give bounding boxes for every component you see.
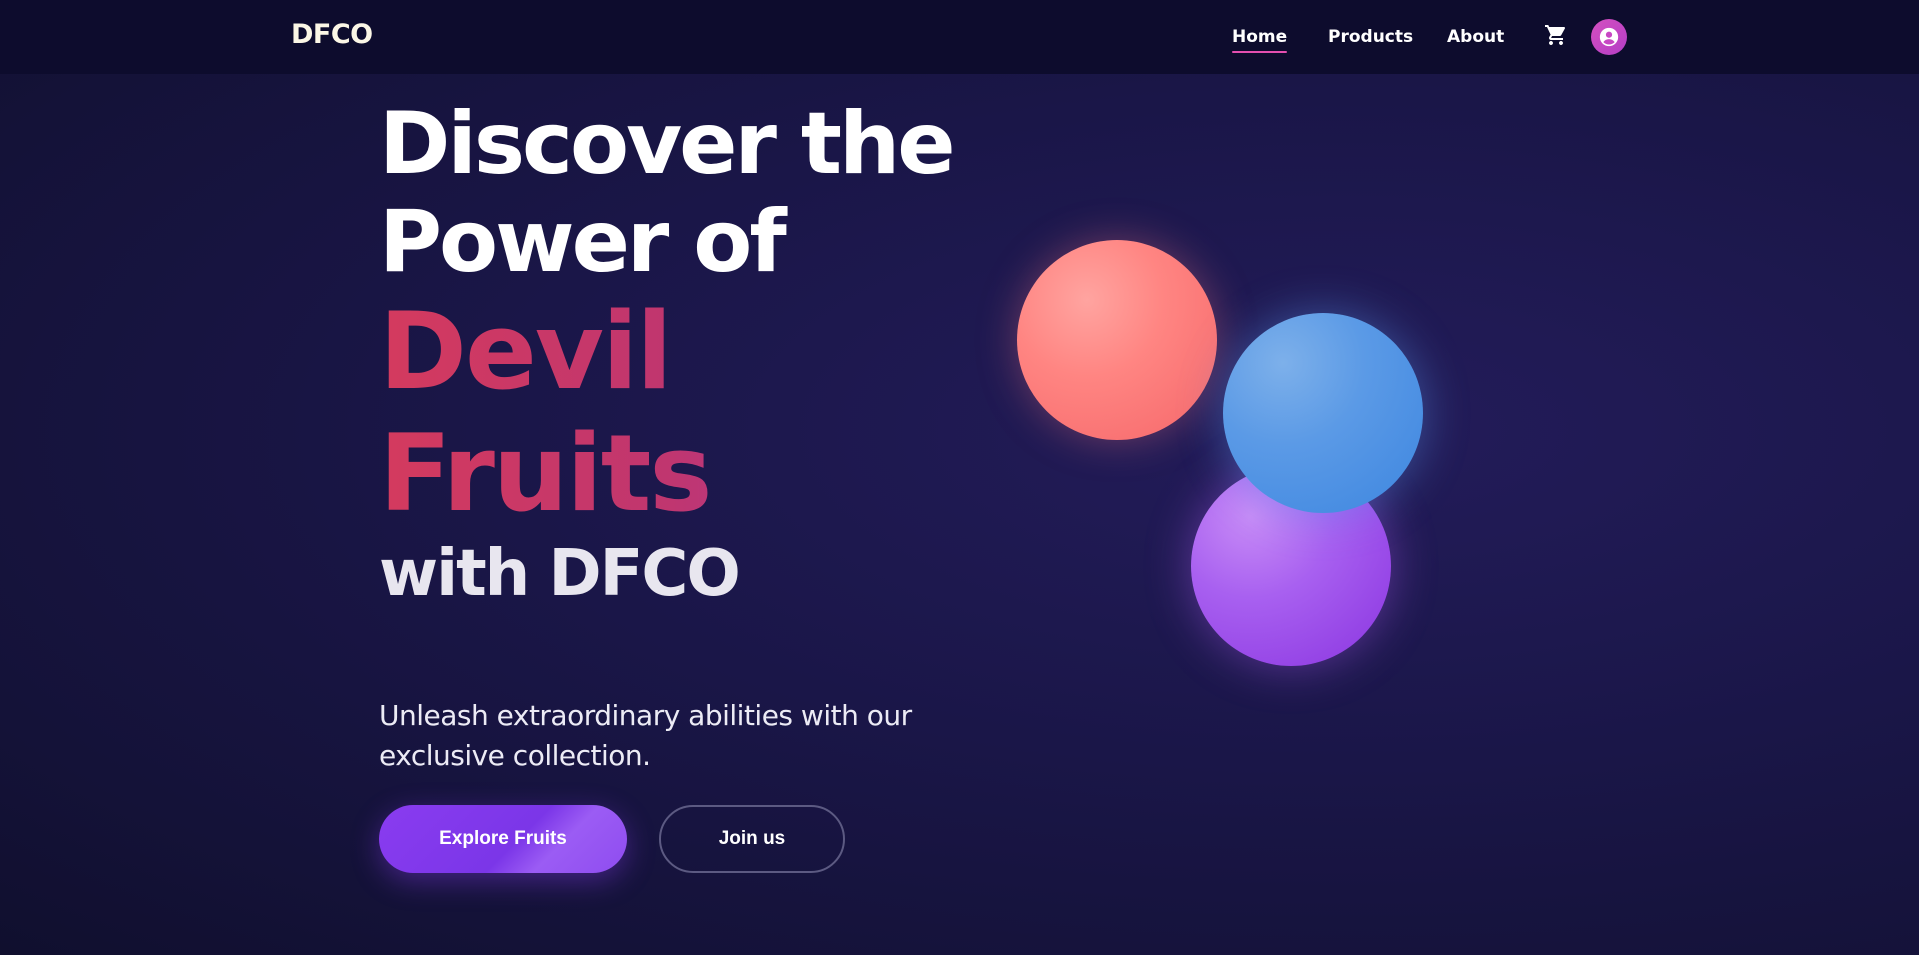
headline-highlight-1: Devil	[379, 291, 1019, 413]
hero-tagline: Unleash extraordinary abilities with our…	[379, 699, 912, 772]
red-fruit-orb	[1017, 240, 1217, 440]
nav-link-products[interactable]: Products	[1328, 27, 1413, 47]
headline-line-1: Discover the	[379, 94, 956, 194]
nav-link-about[interactable]: About	[1447, 27, 1504, 47]
headline-line-2: Power of	[379, 192, 787, 292]
navbar: DFCO Home Products About	[0, 0, 1919, 74]
headline-suffix: with DFCO	[379, 537, 741, 611]
join-us-button[interactable]: Join us	[659, 805, 845, 873]
user-avatar-button[interactable]	[1591, 19, 1627, 55]
user-avatar-icon	[1599, 27, 1619, 47]
brand-logo[interactable]: DFCO	[291, 19, 373, 50]
blue-fruit-orb	[1223, 313, 1423, 513]
explore-fruits-button[interactable]: Explore Fruits	[379, 805, 627, 873]
hero-section: Discover the Power of Devil Fruits with …	[379, 95, 1019, 613]
headline-highlight-2: Fruits	[379, 413, 1019, 535]
nav-link-home[interactable]: Home	[1232, 27, 1288, 53]
cart-icon[interactable]	[1544, 23, 1568, 47]
